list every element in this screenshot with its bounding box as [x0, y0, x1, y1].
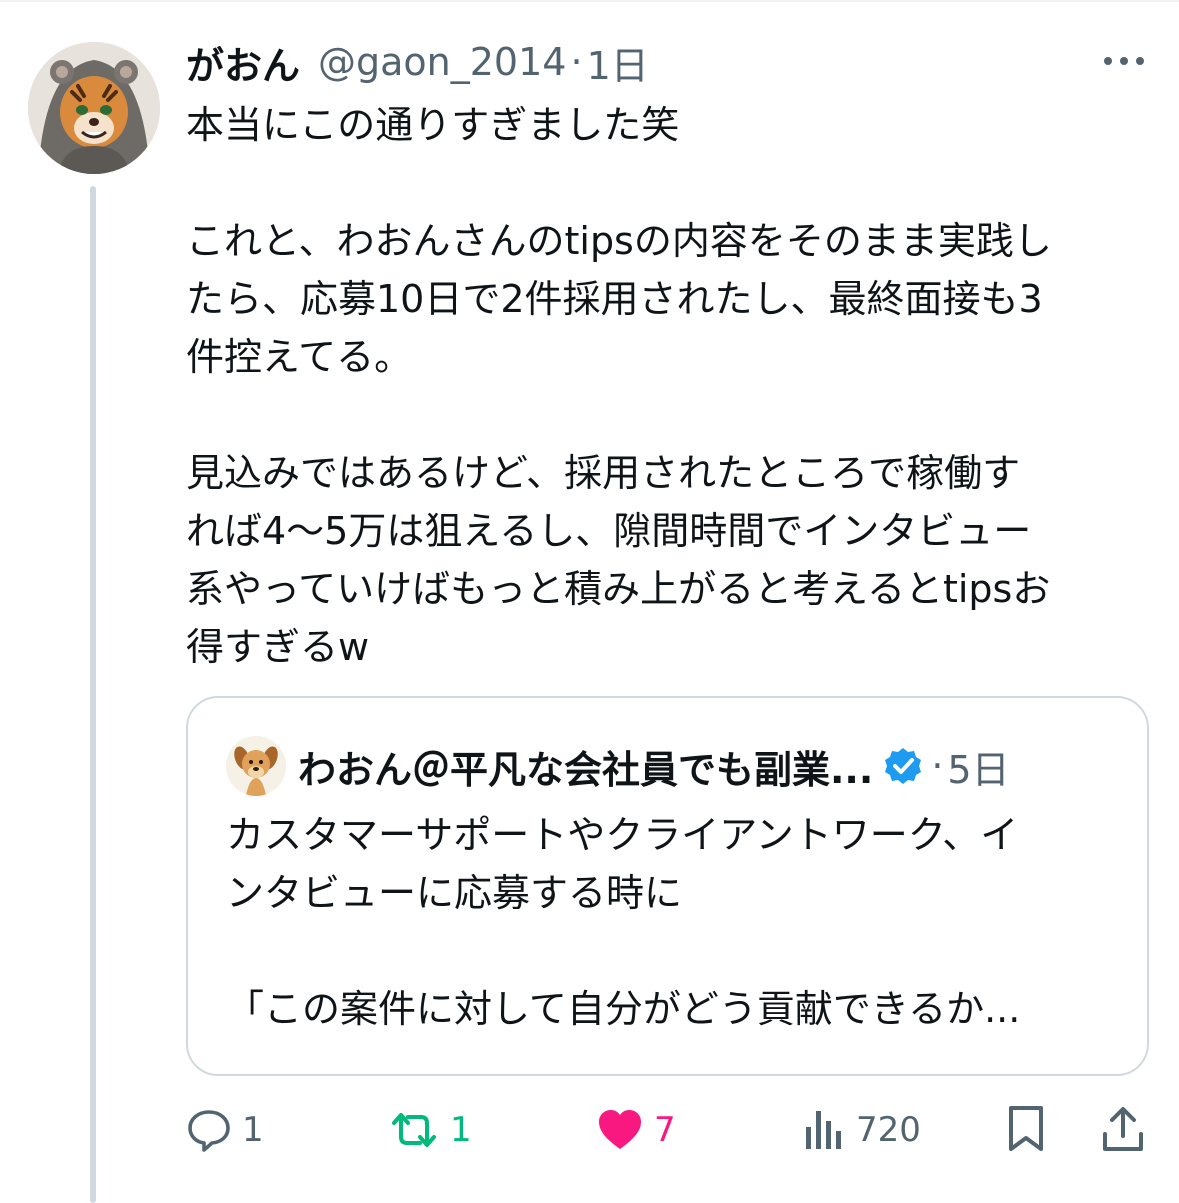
tweet-text-line: 件控えてる。	[186, 335, 413, 379]
like-button[interactable]: 7	[596, 1106, 676, 1154]
quoted-author-name[interactable]: わおん＠平凡な会社員でも副業...	[298, 739, 873, 794]
reply-count: 1	[242, 1110, 264, 1150]
verified-badge-icon	[885, 748, 922, 784]
views-chart-icon	[806, 1111, 841, 1149]
author-handle[interactable]: @gaon_2014	[318, 40, 566, 84]
quoted-tweet-card[interactable]: わおん＠平凡な会社員でも副業... · 5日 カスタマーサポートやクライアントワ…	[186, 696, 1149, 1076]
like-count: 7	[654, 1110, 676, 1150]
tweet-text-line: 見込みではあるけど、採用されたところで稼働す	[186, 451, 1021, 495]
views-button[interactable]: 720	[802, 1106, 921, 1154]
tweet-header: がおん @gaon_2014 · 1日	[186, 36, 649, 88]
tweet-text: 本当にこの通りすぎました笑 これと、わおんさんのtipsの内容をそのまま実践し …	[186, 96, 1151, 676]
retweet-count: 1	[450, 1110, 472, 1150]
thread-line	[90, 186, 96, 1203]
share-icon[interactable]	[1100, 1104, 1146, 1154]
retweet-icon	[392, 1113, 436, 1147]
tweet-text-line: これと、わおんさんのtipsの内容をそのまま実践し	[186, 219, 1052, 263]
tweet-text-line: 本当にこの通りすぎました笑	[186, 103, 680, 147]
dog-avatar-icon	[226, 736, 286, 796]
views-count: 720	[856, 1110, 921, 1150]
reply-icon	[188, 1110, 230, 1152]
reply-button[interactable]: 1	[186, 1106, 264, 1154]
author-avatar[interactable]	[28, 42, 160, 174]
quoted-tweet-text: カスタマーサポートやクライアントワーク、イ ンタビューに応募する時に 「この案件…	[226, 806, 1106, 1038]
quoted-tweet-header: わおん＠平凡な会社員でも副業... · 5日	[298, 740, 1010, 792]
tweet-text-line: れば4〜5万は狙えるし、隙間時間でインタビュー	[186, 509, 1032, 553]
quoted-text-line: 「この案件に対して自分がどう貢献できるか...	[226, 987, 1021, 1031]
separator-dot: ·	[931, 744, 944, 788]
quoted-text-line: ンタビューに応募する時に	[226, 871, 683, 915]
tweet-text-line: たら、応募10日で2件採用されたし、最終面接も3	[186, 277, 1043, 321]
tweet-text-line: 得すぎるw	[186, 625, 370, 669]
more-options-icon[interactable]	[1100, 52, 1148, 70]
bookmark-icon[interactable]	[1004, 1104, 1048, 1154]
tweet-timestamp[interactable]: 1日	[587, 35, 649, 90]
tiger-hoodie-avatar-icon	[28, 42, 160, 174]
author-display-name[interactable]: がおん	[186, 35, 300, 90]
separator-dot: ·	[570, 40, 583, 84]
heart-icon	[599, 1110, 641, 1149]
tweet-text-line: 系やっていけばもっと積み上がると考えるとtipsお	[186, 567, 1051, 611]
quoted-author-avatar[interactable]	[226, 736, 286, 796]
top-divider	[0, 0, 1179, 2]
quoted-text-line: カスタマーサポートやクライアントワーク、イ	[226, 813, 1019, 857]
quoted-tweet-timestamp[interactable]: 5日	[947, 739, 1009, 794]
retweet-button[interactable]: 1	[388, 1106, 472, 1154]
